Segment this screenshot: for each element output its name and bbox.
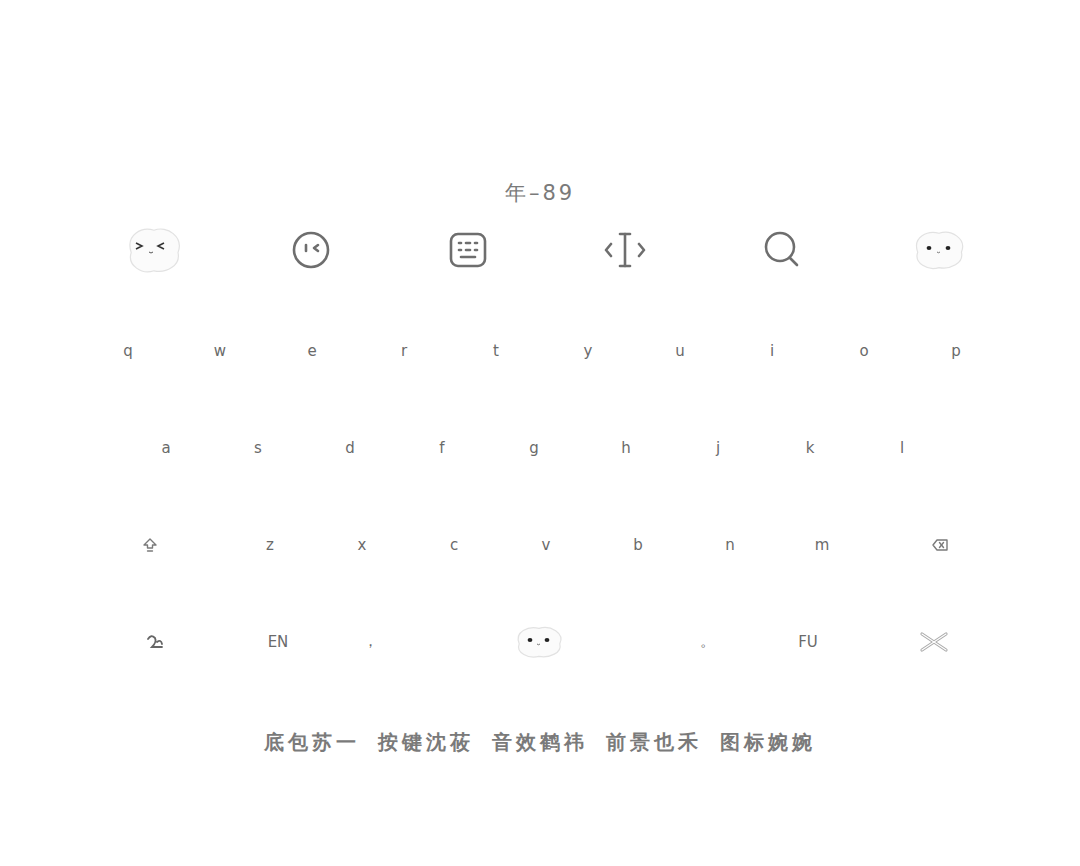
backspace-icon: [931, 538, 949, 552]
letter-key[interactable]: t: [450, 302, 542, 399]
letter-key[interactable]: n: [684, 496, 776, 593]
credit: 音效鹤祎: [492, 729, 588, 756]
close-icon: [919, 631, 949, 653]
key-row: zxcvbnm: [0, 496, 1080, 593]
toolbar-button[interactable]: [860, 216, 1017, 284]
letter-key[interactable]: f: [396, 399, 488, 496]
toolbar-button[interactable]: [546, 216, 703, 284]
credits: 底包苏一按键沈莜音效鹤祎前景也禾图标婉婉: [0, 722, 1080, 762]
function-row: EN ， 。 FU: [0, 593, 1080, 690]
credit: 按键沈莜: [378, 729, 474, 756]
key-key[interactable]: FU: [762, 593, 854, 690]
letter-key[interactable]: j: [672, 399, 764, 496]
search-icon: [762, 230, 802, 270]
letter-key[interactable]: s: [212, 399, 304, 496]
key-key[interactable]: 。: [662, 593, 752, 690]
letter-key[interactable]: e: [266, 302, 358, 399]
credit: 图标婉婉: [720, 729, 816, 756]
letter-key[interactable]: u: [634, 302, 726, 399]
toolbar-button[interactable]: [703, 216, 860, 284]
letter-key[interactable]: m: [776, 496, 868, 593]
letter-key[interactable]: p: [910, 302, 1002, 399]
letter-key[interactable]: g: [488, 399, 580, 496]
key-label: ，: [363, 632, 378, 651]
key-key[interactable]: EN: [232, 593, 324, 690]
letter-key[interactable]: l: [856, 399, 948, 496]
toolbar-button[interactable]: [389, 216, 546, 284]
toolbar-button[interactable]: [75, 216, 232, 284]
toolbar: [0, 216, 1080, 284]
letter-key[interactable]: k: [764, 399, 856, 496]
key-label: FU: [798, 633, 818, 651]
key-label: 。: [700, 632, 715, 651]
shift-key[interactable]: [104, 496, 196, 593]
letter-key[interactable]: x: [316, 496, 408, 593]
keyboard-title: 年–89: [0, 170, 1080, 216]
letter-key[interactable]: o: [818, 302, 910, 399]
letter-key[interactable]: c: [408, 496, 500, 593]
toolbar-button[interactable]: [232, 216, 389, 284]
letter-key[interactable]: h: [580, 399, 672, 496]
symbols-key[interactable]: [110, 593, 200, 690]
letter-key[interactable]: a: [120, 399, 212, 496]
shift-icon: [142, 537, 158, 553]
mascot-icon: [911, 228, 967, 272]
mascot-icon: [513, 624, 565, 660]
hide-key[interactable]: [888, 593, 980, 690]
cursor-icon: [603, 230, 647, 270]
space-key[interactable]: [416, 593, 662, 690]
mascot-icon: [124, 224, 184, 276]
letter-key[interactable]: w: [174, 302, 266, 399]
key-label: EN: [268, 633, 289, 651]
credit: 前景也禾: [606, 729, 702, 756]
symbols-icon: [145, 633, 165, 651]
credit: 底包苏一: [264, 729, 360, 756]
key-row: asdfghjkl: [0, 399, 1080, 496]
letter-key[interactable]: z: [224, 496, 316, 593]
keyboard-icon: [448, 230, 488, 270]
letter-key[interactable]: i: [726, 302, 818, 399]
letter-key[interactable]: y: [542, 302, 634, 399]
letter-key[interactable]: r: [358, 302, 450, 399]
letter-key[interactable]: q: [82, 302, 174, 399]
backspace-key[interactable]: [894, 496, 986, 593]
key-row: qwertyuiop: [0, 302, 1080, 399]
letter-key[interactable]: d: [304, 399, 396, 496]
key-key[interactable]: ，: [324, 593, 416, 690]
face-icon: [291, 230, 331, 270]
letter-key[interactable]: b: [592, 496, 684, 593]
letter-key[interactable]: v: [500, 496, 592, 593]
